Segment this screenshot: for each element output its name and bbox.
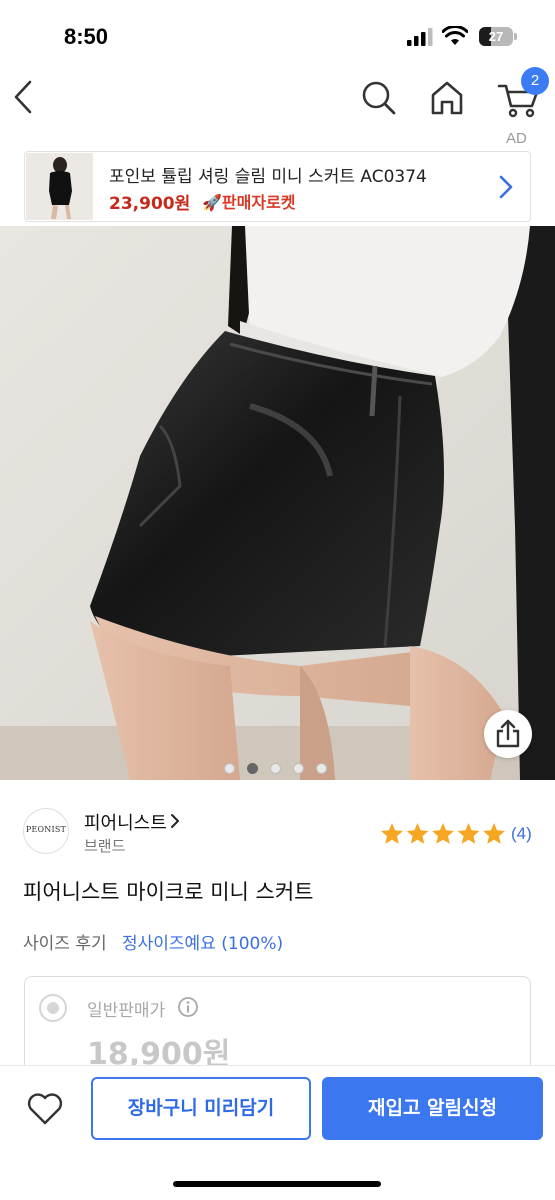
ad-label: AD <box>506 130 527 147</box>
heart-icon[interactable] <box>24 1088 66 1130</box>
search-icon[interactable] <box>360 78 398 118</box>
rating-stars[interactable] <box>380 822 506 846</box>
home-icon[interactable] <box>427 78 467 118</box>
pagination-dot[interactable] <box>316 763 327 774</box>
brand-logo-text: PEONIST <box>25 825 67 834</box>
star-icon <box>381 823 403 844</box>
ad-price: 23,900원 <box>109 194 191 214</box>
size-review-label: 사이즈 후기 <box>23 934 107 954</box>
star-icon <box>432 823 454 844</box>
cart-count-badge: 2 <box>521 67 549 95</box>
wifi-icon <box>442 26 468 45</box>
home-indicator <box>173 1181 381 1187</box>
share-button[interactable] <box>484 710 532 758</box>
status-bar: 8:50 27 <box>0 0 555 70</box>
pagination-dot[interactable] <box>224 763 235 774</box>
price-type-label: 일반판매가 <box>87 1001 166 1021</box>
battery-level: 27 <box>488 29 504 44</box>
ad-title: 포인보 튤립 셔링 슬림 미니 스커트 AC0374 <box>109 167 427 187</box>
price-option-radio[interactable] <box>39 994 67 1022</box>
review-count[interactable]: (4) <box>511 824 532 844</box>
chevron-right-icon <box>499 175 513 199</box>
battery-icon: 27 <box>479 27 517 46</box>
info-icon[interactable] <box>177 996 199 1018</box>
ad-product-thumbnail <box>26 153 93 220</box>
pagination-dot-active[interactable] <box>247 763 258 774</box>
ad-seller-rocket-badge: 🚀판매자로켓 <box>202 193 296 212</box>
restock-alert-button[interactable]: 재입고 알림신청 <box>322 1077 543 1140</box>
brand-type-label: 브랜드 <box>84 837 126 855</box>
share-icon <box>496 719 520 748</box>
product-image[interactable] <box>0 226 555 780</box>
chevron-right-icon <box>171 814 179 828</box>
brand-logo[interactable]: PEONIST <box>23 808 69 854</box>
brand-name-link[interactable]: 피어니스트 <box>84 809 167 835</box>
add-to-cart-button[interactable]: 장바구니 미리담기 <box>91 1077 311 1140</box>
image-pagination-dots <box>224 763 334 775</box>
pagination-dot[interactable] <box>270 763 281 774</box>
ad-banner[interactable]: 포인보 튤립 셔링 슬림 미니 스커트 AC0374 23,900원 🚀판매자로… <box>24 151 531 222</box>
status-time: 8:50 <box>64 24 109 49</box>
star-icon <box>483 823 505 844</box>
star-icon <box>457 823 480 844</box>
chevron-left-icon[interactable] <box>8 78 40 116</box>
product-title: 피어니스트 마이크로 미니 스커트 <box>23 880 314 904</box>
pagination-dot[interactable] <box>293 763 304 774</box>
cellular-signal-icon <box>407 28 433 46</box>
star-icon <box>406 823 429 844</box>
size-review-value[interactable]: 정사이즈예요 (100%) <box>122 929 283 954</box>
